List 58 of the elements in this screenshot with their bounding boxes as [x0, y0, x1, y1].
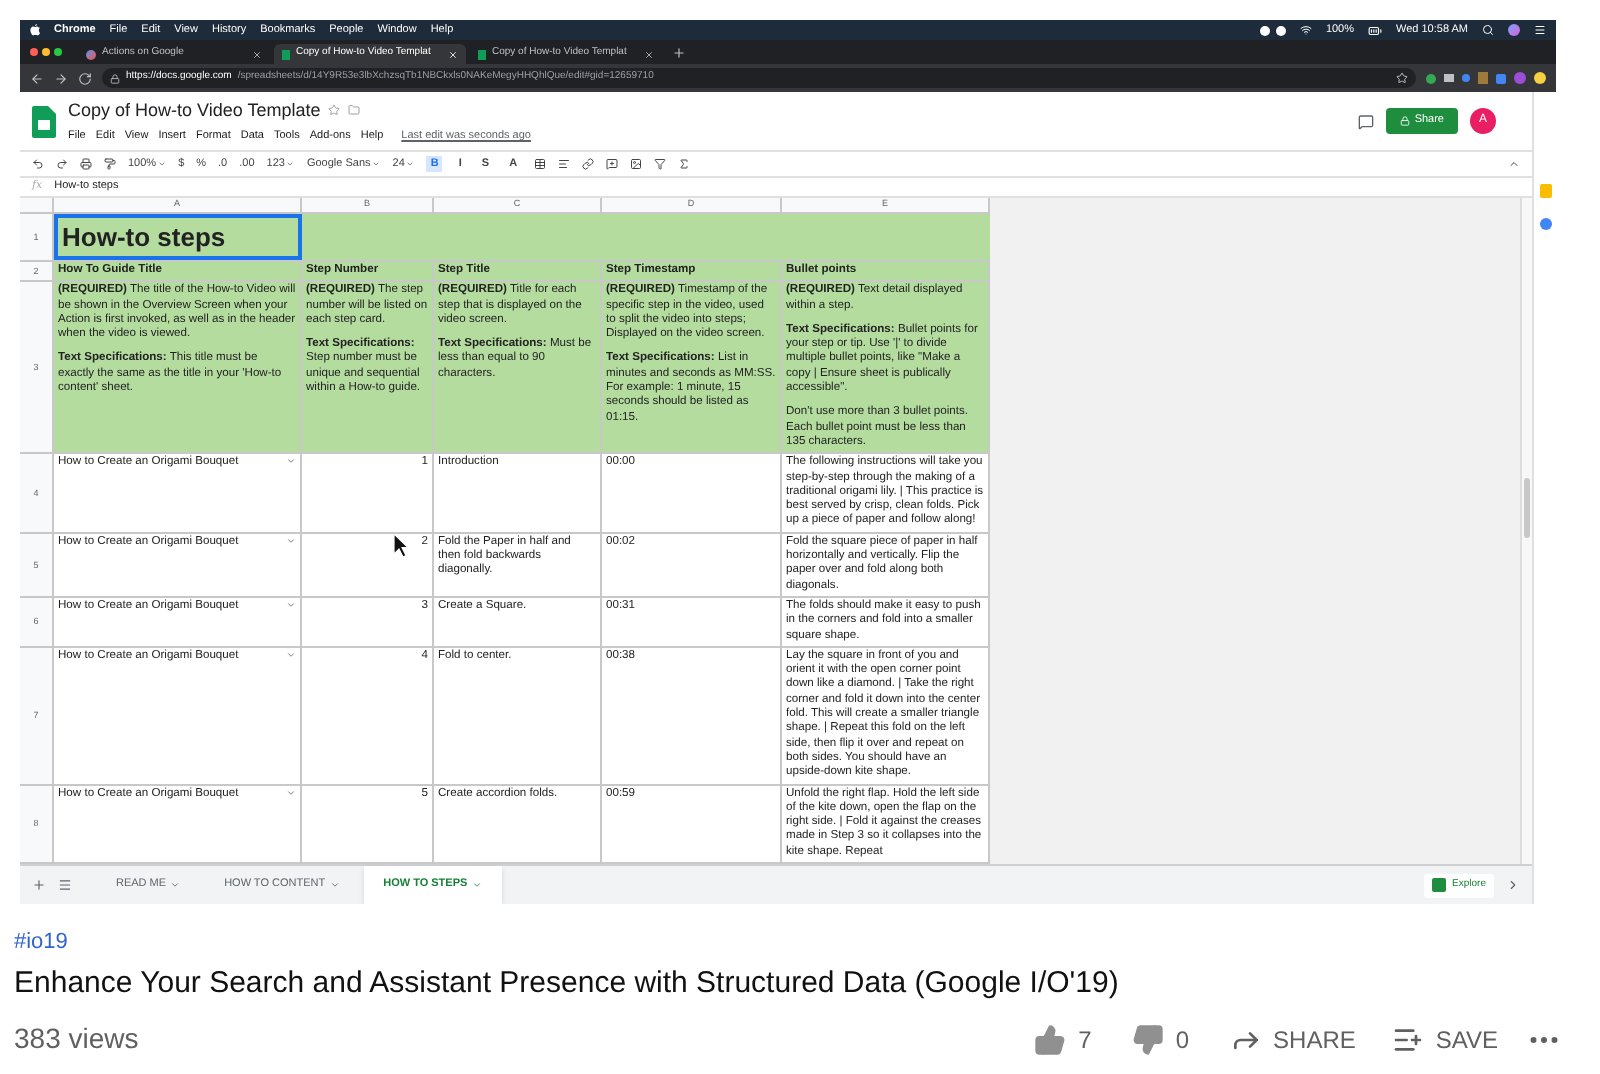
comment-icon[interactable] [605, 158, 618, 170]
scrollbar[interactable] [1520, 198, 1532, 864]
dropdown-caret-icon [286, 787, 296, 797]
side-panel-toggle-icon[interactable] [1506, 878, 1520, 892]
print-icon[interactable] [80, 158, 92, 170]
title-cell[interactable]: How-to steps [54, 214, 302, 260]
comments-icon[interactable] [1358, 113, 1375, 129]
video-title: Enhance Your Search and Assistant Presence with Structured Data (Google I/O'19) [14, 964, 1121, 1004]
borders-icon[interactable] [533, 158, 546, 170]
reload-icon[interactable] [78, 71, 92, 85]
search-icon [1482, 24, 1494, 36]
menu-icon [1534, 24, 1546, 36]
dropdown-caret-icon [286, 649, 296, 660]
align-icon[interactable] [557, 158, 570, 170]
favicon-icon [86, 49, 96, 59]
back-icon[interactable] [30, 71, 44, 85]
sheets-logo-icon [32, 105, 56, 137]
playlist-add-icon [1391, 1023, 1424, 1055]
hashtag-link[interactable]: #io19 [14, 928, 68, 956]
apple-logo-icon [30, 24, 40, 36]
extension-icons-drawing [1426, 72, 1546, 84]
like-button[interactable]: 7 [1034, 1021, 1092, 1057]
wifi-icon [1299, 24, 1312, 36]
lock-icon [110, 73, 120, 83]
dropdown-caret-icon [286, 599, 296, 610]
caret-icon [170, 880, 181, 890]
link-icon[interactable] [581, 158, 594, 170]
forward-icon[interactable] [54, 71, 68, 85]
status-icons-drawing [1259, 25, 1286, 35]
thumbs-down-icon [1131, 1023, 1164, 1055]
explore-icon [1432, 878, 1447, 892]
dropdown-caret-icon [286, 535, 296, 546]
redo-icon[interactable] [56, 158, 68, 170]
sheets-favicon-icon [282, 49, 290, 59]
dislike-button[interactable]: 0 [1131, 1021, 1190, 1057]
functions-icon[interactable] [677, 158, 690, 170]
caret-icon [329, 880, 340, 890]
video-player[interactable] [20, 20, 1556, 904]
mouse-cursor-icon [394, 534, 410, 558]
paint-format-icon[interactable] [104, 158, 116, 170]
battery-icon [1368, 23, 1383, 37]
save-button[interactable]: SAVE [1391, 1021, 1498, 1057]
document-title[interactable]: Copy of How-to Video Template [68, 97, 321, 125]
lock-icon [1400, 116, 1411, 126]
dropdown-caret-icon [286, 456, 296, 467]
all-sheets-icon[interactable] [58, 878, 72, 892]
collapse-icon[interactable] [1508, 158, 1520, 170]
star-icon [328, 104, 341, 117]
sheets-favicon-icon [478, 49, 486, 59]
folder-icon [348, 104, 361, 117]
share-video-button[interactable]: SHARE [1229, 1021, 1356, 1057]
thumbs-up-icon [1034, 1023, 1067, 1055]
star-icon [1396, 72, 1408, 84]
filter-icon[interactable] [653, 158, 666, 170]
new-tab-icon [672, 46, 686, 60]
undo-icon[interactable] [32, 158, 44, 170]
caret-icon [471, 880, 482, 890]
view-count: 383 views [14, 1020, 139, 1058]
